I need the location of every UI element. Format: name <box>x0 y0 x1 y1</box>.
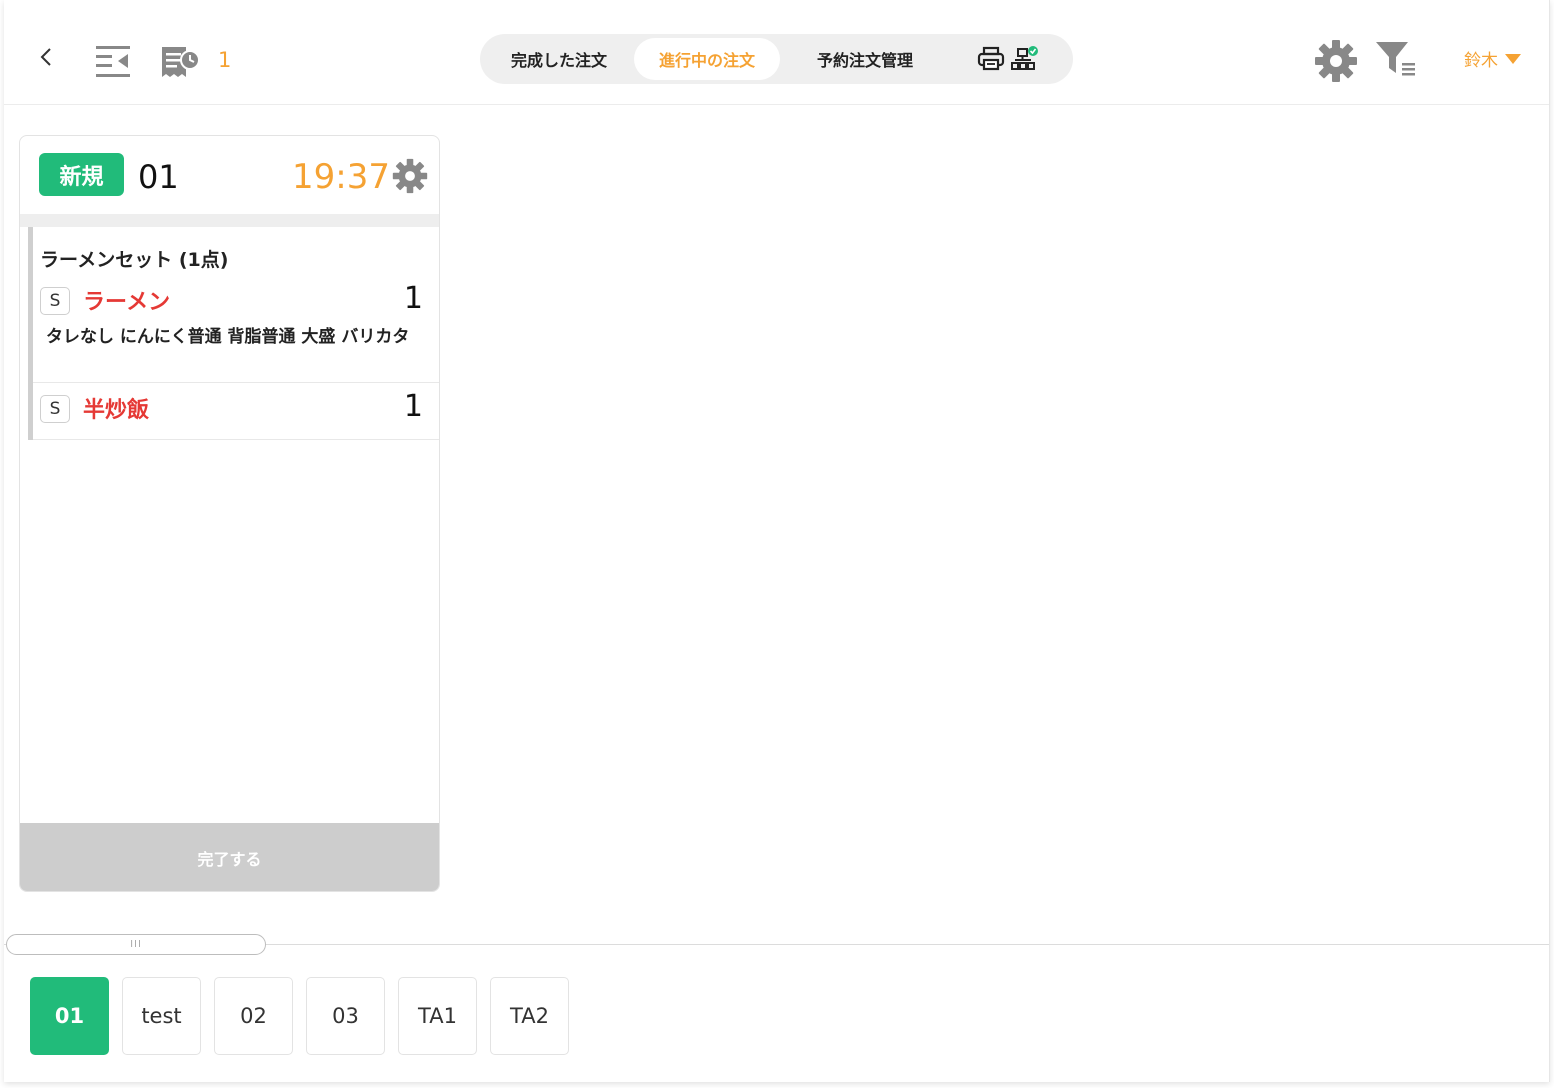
item-options: タレなし にんにく普通 背脂普通 大盛 バリカタ <box>46 327 410 347</box>
item-quantity: 1 <box>403 281 423 316</box>
tab-reservation-management[interactable]: 予約注文管理 <box>780 38 950 80</box>
printer-icon <box>977 46 1005 71</box>
horizontal-scrollbar-thumb[interactable]: III <box>6 934 266 955</box>
order-settings-button[interactable] <box>392 158 428 194</box>
tab-in-progress-orders[interactable]: 進行中の注文 <box>634 38 780 80</box>
order-items: ラーメンセット (1点) S ラーメン 1 タレなし にんにく普通 背脂普通 大… <box>28 227 439 440</box>
gear-icon <box>1315 40 1357 82</box>
table-button-test[interactable]: test <box>122 977 201 1055</box>
gear-icon <box>392 158 428 194</box>
order-card: 新規 01 19:37 ラーメンセット (1点) S ラーメン 1 タレなし に… <box>19 135 440 892</box>
app-window: 1 完成した注文 進行中の注文 予約注文管理 鈴木 新規 01 19:37 ラー… <box>4 0 1550 1082</box>
order-card-header: 新規 01 19:37 <box>20 136 439 214</box>
filter-button[interactable] <box>1373 38 1421 80</box>
tab-completed-orders[interactable]: 完成した注文 <box>484 38 634 80</box>
settings-button[interactable] <box>1313 38 1359 84</box>
caret-down-icon <box>1505 53 1521 64</box>
user-menu[interactable]: 鈴木 <box>1464 46 1522 71</box>
top-bar: 1 完成した注文 進行中の注文 予約注文管理 鈴木 <box>4 0 1549 105</box>
status-badge: 新規 <box>39 153 124 196</box>
chevron-left-icon <box>40 48 51 66</box>
table-button-ta2[interactable]: TA2 <box>490 977 569 1055</box>
pending-orders-button[interactable] <box>157 42 203 82</box>
table-button-ta1[interactable]: TA1 <box>398 977 477 1055</box>
item-name: ラーメン <box>83 290 171 315</box>
user-name: 鈴木 <box>1464 51 1498 71</box>
size-tag: S <box>40 287 70 315</box>
table-selector: 01 test 02 03 TA1 TA2 <box>30 977 569 1055</box>
table-button-01[interactable]: 01 <box>30 977 109 1055</box>
set-title: ラーメンセット (1点) <box>40 249 229 271</box>
grip-icon: III <box>130 939 142 950</box>
table-button-03[interactable]: 03 <box>306 977 385 1055</box>
back-button[interactable] <box>34 42 58 72</box>
collapse-list-icon <box>96 46 130 77</box>
network-status-icon <box>1011 46 1038 70</box>
order-table-number: 01 <box>138 158 179 196</box>
item-quantity: 1 <box>403 389 423 424</box>
card-divider <box>20 214 439 227</box>
order-view-tabs: 完成した注文 進行中の注文 予約注文管理 <box>480 34 1073 84</box>
order-time: 19:37 <box>292 157 390 197</box>
printer-status-button[interactable] <box>950 38 1066 80</box>
complete-button[interactable]: 完了する <box>20 823 439 891</box>
pending-count: 1 <box>218 48 232 72</box>
size-tag: S <box>40 395 70 423</box>
collapse-list-button[interactable] <box>92 42 134 82</box>
receipt-clock-icon <box>162 47 200 77</box>
table-button-02[interactable]: 02 <box>214 977 293 1055</box>
list-item[interactable]: S 半炒飯 1 <box>33 389 439 435</box>
row-divider <box>33 382 439 383</box>
filter-list-icon <box>1376 42 1415 76</box>
row-divider <box>33 439 439 440</box>
item-name: 半炒飯 <box>83 398 150 423</box>
